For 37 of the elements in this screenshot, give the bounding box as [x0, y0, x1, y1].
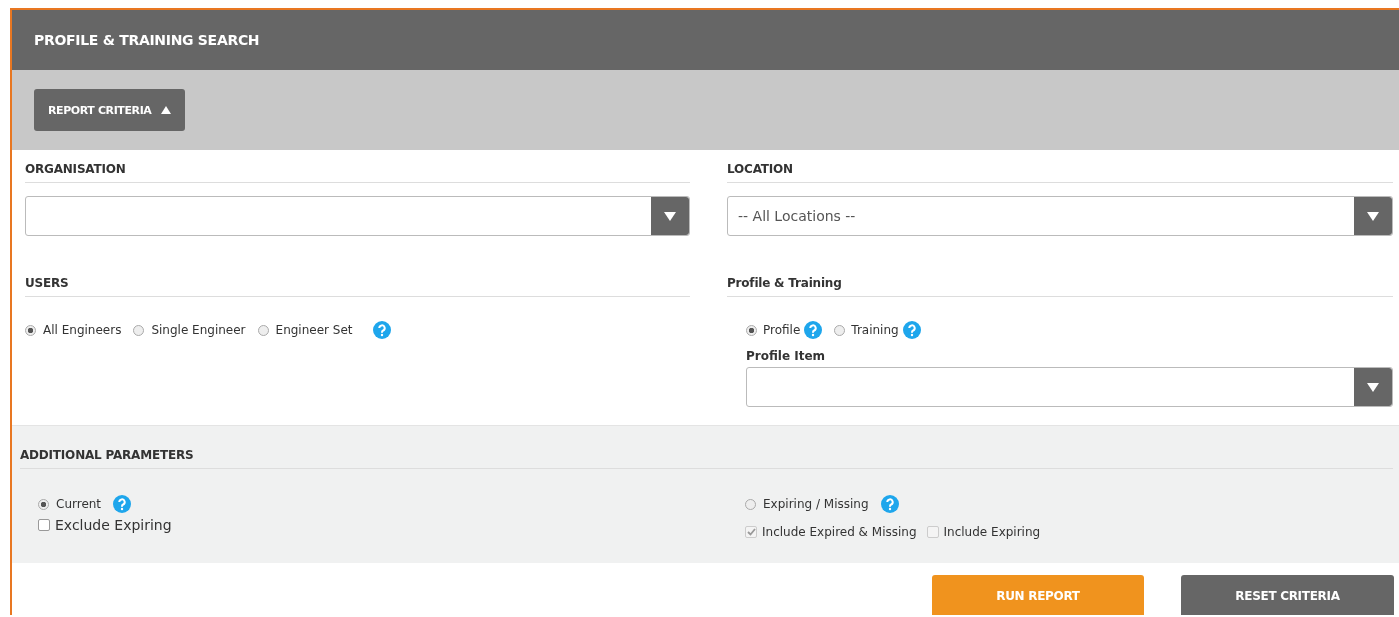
- radio-button[interactable]: [38, 498, 49, 510]
- radio-label[interactable]: Profile: [763, 323, 801, 337]
- radio-label[interactable]: Training: [851, 323, 899, 337]
- section-heading: ORGANISATION: [25, 150, 690, 183]
- section-heading: LOCATION: [727, 150, 1393, 183]
- help-icon[interactable]: [113, 495, 132, 513]
- section-heading: Profile & Training: [727, 264, 1393, 297]
- radio-label[interactable]: Current: [56, 497, 102, 511]
- radio-button[interactable]: [834, 324, 846, 336]
- page-title: PROFILE & TRAINING SEARCH: [34, 32, 260, 48]
- help-icon[interactable]: [880, 495, 899, 513]
- radio-button[interactable]: [133, 324, 145, 336]
- radio-button[interactable]: [746, 324, 757, 336]
- location-dropdown[interactable]: -- All Locations --: [727, 196, 1393, 236]
- caret-icon: [1367, 211, 1379, 221]
- radio-label[interactable]: Expiring / Missing: [763, 497, 869, 511]
- radio-button[interactable]: [257, 324, 269, 336]
- radio-label[interactable]: All Engineers: [43, 323, 122, 337]
- checkbox-label[interactable]: Exclude Expiring: [55, 517, 172, 533]
- radio-button[interactable]: [745, 498, 756, 510]
- help-icon[interactable]: [902, 321, 921, 339]
- section-heading: USERS: [25, 264, 690, 297]
- help-icon[interactable]: [372, 321, 391, 339]
- organisation-dropdown[interactable]: [25, 196, 690, 236]
- caret-icon: [1367, 382, 1379, 392]
- caret-icon: [161, 106, 172, 114]
- section-heading: ADDITIONAL PARAMETERS: [20, 426, 1393, 469]
- radio-button[interactable]: [25, 324, 36, 336]
- caret-icon: [664, 211, 676, 221]
- field-label: Profile Item: [746, 349, 827, 363]
- radio-label[interactable]: Engineer Set: [275, 323, 353, 337]
- help-icon[interactable]: [804, 321, 823, 339]
- report-criteria-button[interactable]: REPORT CRITERIA: [34, 89, 186, 131]
- profile-item-dropdown[interactable]: [746, 367, 1393, 407]
- checkbox[interactable]: [38, 519, 50, 531]
- reset-criteria-button[interactable]: RESET CRITERIA: [1181, 575, 1394, 615]
- radio-label[interactable]: Single Engineer: [151, 323, 246, 337]
